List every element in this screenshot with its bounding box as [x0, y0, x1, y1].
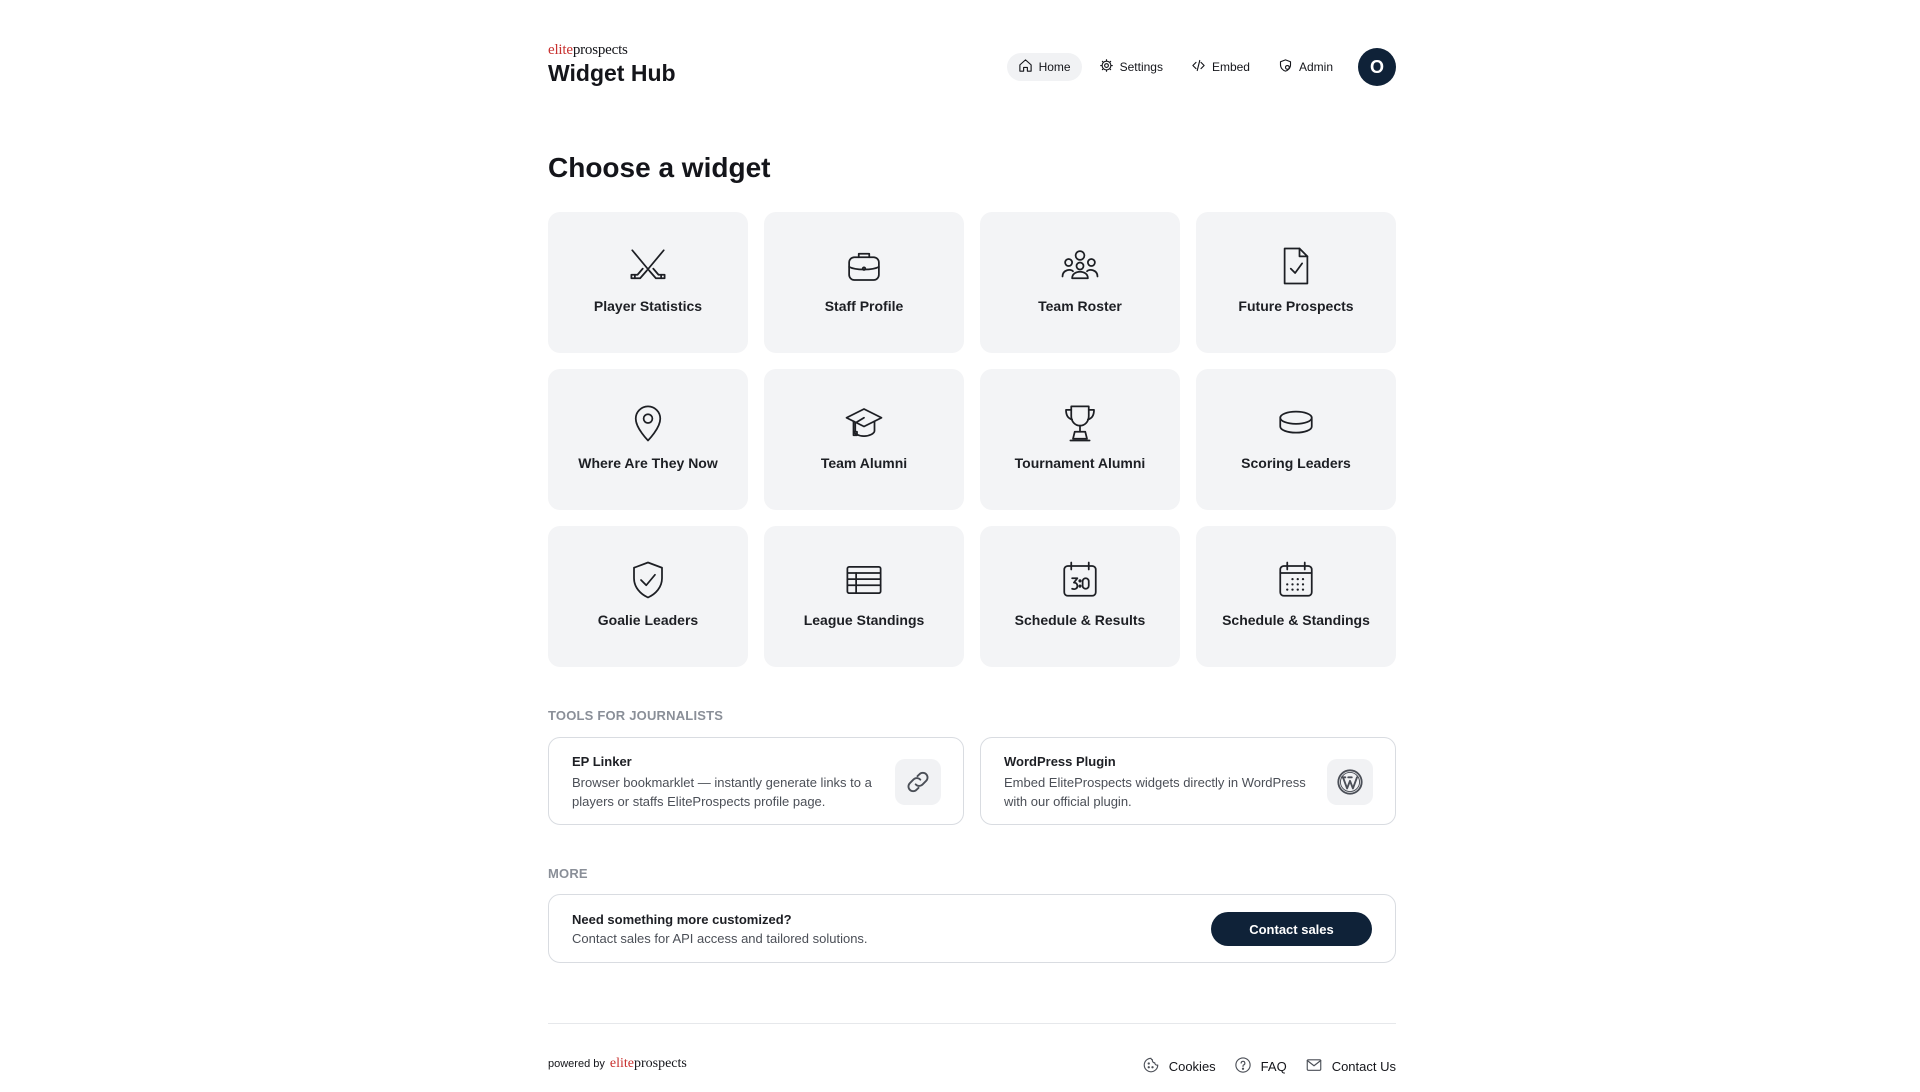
- widget-label: Staff Profile: [824, 298, 904, 314]
- hockey-sticks-icon: [626, 244, 670, 288]
- table-icon: [842, 558, 886, 602]
- puck-icon: [1274, 401, 1318, 445]
- nav-embed[interactable]: Embed: [1180, 53, 1261, 81]
- graduation-cap-icon: [842, 401, 886, 445]
- calendar-score-icon: [1058, 558, 1102, 602]
- elite-prospects-logo: eliteprospects: [548, 42, 676, 58]
- widget-staff-profile[interactable]: Staff Profile: [764, 212, 964, 353]
- widget-label: Player Statistics: [593, 298, 703, 314]
- cookie-icon: [1142, 1056, 1169, 1077]
- powered-by-text: powered by: [548, 1058, 605, 1070]
- contact-sales-button[interactable]: Contact sales: [1211, 912, 1372, 946]
- footer-divider: [548, 1023, 1396, 1024]
- tool-description: Embed EliteProspects widgets directly in…: [1004, 775, 1306, 809]
- logo-elite-text: elite: [548, 42, 573, 58]
- powered-by: powered by eliteprospects: [548, 1056, 687, 1072]
- tools-list: EP Linker Browser bookmarklet — instantl…: [548, 737, 1396, 825]
- custom-solutions-description: Contact sales for API access and tailore…: [572, 931, 868, 946]
- widget-label: League Standings: [803, 612, 925, 628]
- tools-heading: TOOLS FOR JOURNALISTS: [548, 708, 724, 723]
- widget-label: Tournament Alumni: [1014, 455, 1146, 471]
- footer-logo-prospects: prospects: [633, 1056, 687, 1071]
- code-icon: [1191, 58, 1212, 76]
- footer-links: Cookies FAQ Contact Us: [1124, 1056, 1396, 1077]
- home-icon: [1018, 58, 1039, 76]
- wordpress-icon: [1327, 759, 1373, 805]
- footer-logo[interactable]: eliteprospects: [610, 1056, 687, 1072]
- tool-name: WordPress Plugin: [1004, 754, 1116, 769]
- widget-label: Schedule & Standings: [1222, 612, 1370, 628]
- tool-name: EP Linker: [572, 754, 632, 769]
- widget-goalie-leaders[interactable]: Goalie Leaders: [548, 526, 748, 667]
- tool-ep-linker[interactable]: EP Linker Browser bookmarklet — instantl…: [548, 737, 964, 825]
- page: eliteprospects Widget Hub Home Settings: [548, 0, 1396, 1092]
- nav-settings-label: Settings: [1119, 60, 1163, 74]
- page-title: Choose a widget: [548, 152, 771, 183]
- team-icon: [1058, 244, 1102, 288]
- mail-icon: [1305, 1056, 1332, 1077]
- top-nav: Home Settings Embed Admin O: [1001, 48, 1396, 86]
- widget-grid: Player Statistics Staff Profile Team Ros…: [548, 212, 1396, 667]
- avatar[interactable]: O: [1358, 48, 1396, 86]
- trophy-icon: [1058, 401, 1102, 445]
- help-circle-icon: [1234, 1056, 1261, 1077]
- tool-description: Browser bookmarklet — instantly generate…: [572, 775, 872, 809]
- widget-scoring-leaders[interactable]: Scoring Leaders: [1196, 369, 1396, 510]
- widget-player-statistics[interactable]: Player Statistics: [548, 212, 748, 353]
- widget-label: Schedule & Results: [1014, 612, 1146, 628]
- widget-label: Future Prospects: [1238, 298, 1354, 314]
- header: eliteprospects Widget Hub Home Settings: [548, 42, 1396, 92]
- nav-embed-label: Embed: [1211, 60, 1250, 74]
- briefcase-icon: [842, 244, 886, 288]
- more-heading: MORE: [548, 866, 588, 881]
- footer-link-label: FAQ: [1260, 1059, 1287, 1074]
- widget-label: Team Roster: [1038, 298, 1122, 314]
- brand[interactable]: eliteprospects Widget Hub: [548, 42, 676, 87]
- nav-home[interactable]: Home: [1006, 53, 1082, 81]
- admin-icon: [1278, 58, 1299, 76]
- gear-icon: [1099, 58, 1120, 76]
- footer-link-faq[interactable]: FAQ: [1234, 1056, 1287, 1077]
- widget-schedule-results[interactable]: Schedule & Results: [980, 526, 1180, 667]
- calendar-grid-icon: [1274, 558, 1318, 602]
- logo-prospects-text: prospects: [572, 42, 628, 58]
- widget-future-prospects[interactable]: Future Prospects: [1196, 212, 1396, 353]
- footer-link-contact[interactable]: Contact Us: [1305, 1056, 1396, 1077]
- footer-logo-elite: elite: [609, 1056, 634, 1071]
- link-icon: [895, 759, 941, 805]
- widget-league-standings[interactable]: League Standings: [764, 526, 964, 667]
- widget-label: Team Alumni: [820, 455, 908, 471]
- widget-label: Where Are They Now: [578, 455, 718, 471]
- app-title: Widget Hub: [548, 60, 676, 86]
- nav-admin[interactable]: Admin: [1267, 53, 1344, 81]
- nav-admin-label: Admin: [1298, 60, 1333, 74]
- location-pin-icon: [626, 401, 670, 445]
- widget-where-are-they-now[interactable]: Where Are They Now: [548, 369, 748, 510]
- footer-link-label: Contact Us: [1331, 1059, 1396, 1074]
- widget-team-alumni[interactable]: Team Alumni: [764, 369, 964, 510]
- widget-tournament-alumni[interactable]: Tournament Alumni: [980, 369, 1180, 510]
- custom-solutions-card: Need something more customized? Contact …: [548, 894, 1396, 963]
- tool-wordpress-plugin[interactable]: WordPress Plugin Embed EliteProspects wi…: [980, 737, 1396, 825]
- widget-label: Goalie Leaders: [597, 612, 699, 628]
- document-check-icon: [1274, 244, 1318, 288]
- custom-solutions-title: Need something more customized?: [572, 912, 792, 927]
- shield-check-icon: [626, 558, 670, 602]
- widget-schedule-standings[interactable]: Schedule & Standings: [1196, 526, 1396, 667]
- widget-team-roster[interactable]: Team Roster: [980, 212, 1180, 353]
- footer-link-label: Cookies: [1168, 1059, 1216, 1074]
- nav-settings[interactable]: Settings: [1088, 53, 1174, 81]
- nav-home-label: Home: [1038, 60, 1071, 74]
- footer-link-cookies[interactable]: Cookies: [1142, 1056, 1216, 1077]
- widget-label: Scoring Leaders: [1241, 455, 1351, 471]
